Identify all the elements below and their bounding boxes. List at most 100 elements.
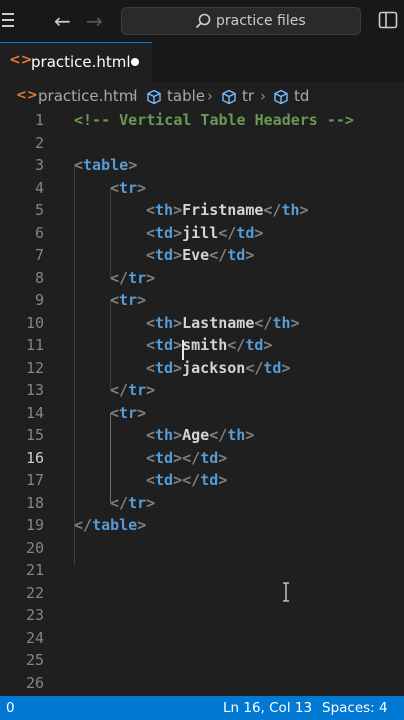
- tag-bracket: >: [173, 471, 183, 489]
- unsaved-dot-icon[interactable]: [131, 58, 139, 66]
- tag-bracket: </: [209, 426, 228, 444]
- code-line[interactable]: <!-- Vertical Table Headers -->: [74, 109, 354, 131]
- breadcrumb-item-tr[interactable]: tr: [242, 87, 254, 105]
- code-comment: <!-- Vertical Table Headers -->: [74, 111, 354, 129]
- code-line[interactable]: <tr>: [110, 289, 146, 311]
- tag-name: td: [227, 246, 246, 264]
- tag-bracket: >: [173, 313, 183, 332]
- tag-name: td: [263, 358, 282, 377]
- tag-name: th: [281, 201, 300, 219]
- breadcrumb: <> practice.html › table › tr › td: [0, 82, 404, 110]
- code-line[interactable]: <th>Fristname</th>: [146, 199, 309, 221]
- line-number[interactable]: 9: [0, 289, 44, 311]
- tag-bracket: <: [146, 223, 156, 242]
- cell-text: jill: [182, 223, 219, 242]
- search-icon: [195, 13, 211, 29]
- line-number[interactable]: 22: [0, 582, 44, 604]
- tag-bracket: >: [173, 201, 183, 219]
- line-number[interactable]: 18: [0, 492, 44, 514]
- cell-text: Eve: [182, 246, 210, 264]
- element-cube-icon: [147, 89, 161, 105]
- tag-bracket: >: [128, 156, 138, 174]
- code-line[interactable]: <th>Lastname</th>: [146, 312, 300, 334]
- line-number[interactable]: 21: [0, 559, 44, 581]
- line-number[interactable]: 6: [0, 222, 44, 244]
- chevron-right-icon: ›: [260, 87, 266, 105]
- code-line[interactable]: </table>: [74, 514, 146, 536]
- line-number[interactable]: 23: [0, 604, 44, 626]
- line-number[interactable]: 19: [0, 514, 44, 536]
- code-line[interactable]: <td></td>: [146, 469, 227, 491]
- code-line[interactable]: </tr>: [110, 492, 155, 514]
- mouse-ibeam-icon: [283, 582, 289, 602]
- tag-bracket: </: [263, 201, 282, 219]
- line-number[interactable]: 8: [0, 267, 44, 289]
- tag-bracket: </: [254, 313, 273, 332]
- tag-name: tr: [128, 493, 147, 512]
- command-center-search[interactable]: practice files: [121, 7, 361, 35]
- tag-bracket: >: [290, 313, 300, 332]
- line-number[interactable]: 16: [0, 447, 44, 469]
- status-indentation[interactable]: Spaces: 4: [322, 700, 388, 716]
- tag-name: td: [155, 448, 174, 467]
- tag-bracket: <: [146, 201, 156, 219]
- line-number[interactable]: 10: [0, 312, 44, 334]
- line-number[interactable]: 2: [0, 132, 44, 154]
- menu-icon[interactable]: [0, 4, 22, 38]
- breadcrumb-item-table[interactable]: table: [167, 87, 205, 105]
- line-number[interactable]: 13: [0, 379, 44, 401]
- tag-bracket: >: [146, 268, 156, 287]
- line-number[interactable]: 24: [0, 627, 44, 649]
- tag-bracket: >: [173, 336, 183, 354]
- code-line[interactable]: <th>Age</th>: [146, 424, 254, 446]
- tag-name: tr: [119, 403, 138, 422]
- line-number[interactable]: 7: [0, 244, 44, 266]
- line-number[interactable]: 26: [0, 672, 44, 694]
- code-line[interactable]: <tr>: [110, 402, 146, 424]
- tag-name: td: [245, 336, 264, 354]
- line-number[interactable]: 14: [0, 402, 44, 424]
- tag-bracket: >: [137, 178, 147, 197]
- status-problems-count[interactable]: 0: [6, 700, 15, 716]
- forward-arrow-icon[interactable]: →: [86, 9, 103, 33]
- code-line[interactable]: </tr>: [110, 267, 155, 289]
- code-line[interactable]: <td></td>: [146, 447, 227, 469]
- tag-bracket: >: [137, 516, 147, 534]
- tag-bracket: </: [227, 336, 246, 354]
- code-line[interactable]: <td>jill</td>: [146, 222, 263, 244]
- tag-name: th: [155, 313, 174, 332]
- code-line[interactable]: <tr>: [110, 177, 146, 199]
- line-number[interactable]: 3: [0, 154, 44, 176]
- tag-bracket: >: [173, 223, 183, 242]
- code-line[interactable]: <td>smith</td>: [146, 334, 272, 356]
- line-number[interactable]: 12: [0, 357, 44, 379]
- element-cube-icon: [274, 89, 288, 105]
- code-line[interactable]: <td>Eve</td>: [146, 244, 254, 266]
- status-cursor-position[interactable]: Ln 16, Col 13: [223, 700, 312, 716]
- code-editor[interactable]: 1 2 3 4 5 6 7 8 9 10 11 12 13 14 15 16 17 18 19 20 21 22 23 24 2…: [0, 110, 404, 694]
- tag-bracket: <: [146, 426, 156, 444]
- html-file-icon: <>: [16, 88, 38, 103]
- line-number[interactable]: 11: [0, 334, 44, 356]
- code-line[interactable]: </tr>: [110, 379, 155, 401]
- line-number[interactable]: 1: [0, 109, 44, 131]
- tab-label: practice.html: [31, 53, 131, 71]
- line-number[interactable]: 5: [0, 199, 44, 221]
- tag-name: td: [155, 358, 174, 377]
- line-number[interactable]: 15: [0, 424, 44, 446]
- breadcrumb-file[interactable]: practice.html: [38, 87, 138, 105]
- tag-bracket: >: [281, 358, 291, 377]
- toggle-sidebar-icon[interactable]: [378, 10, 398, 30]
- code-line[interactable]: <td>jackson</td>: [146, 357, 291, 379]
- line-number[interactable]: 20: [0, 537, 44, 559]
- breadcrumb-item-td[interactable]: td: [294, 87, 309, 105]
- code-line[interactable]: <table>: [74, 154, 137, 176]
- line-number[interactable]: 17: [0, 469, 44, 491]
- indent-guide: [110, 300, 111, 390]
- line-number[interactable]: 4: [0, 177, 44, 199]
- back-arrow-icon[interactable]: ←: [54, 9, 71, 33]
- cell-text: smith: [182, 336, 228, 354]
- tag-bracket: >: [146, 493, 156, 512]
- tab-practice-html[interactable]: <> practice.html: [0, 42, 152, 82]
- line-number[interactable]: 25: [0, 649, 44, 671]
